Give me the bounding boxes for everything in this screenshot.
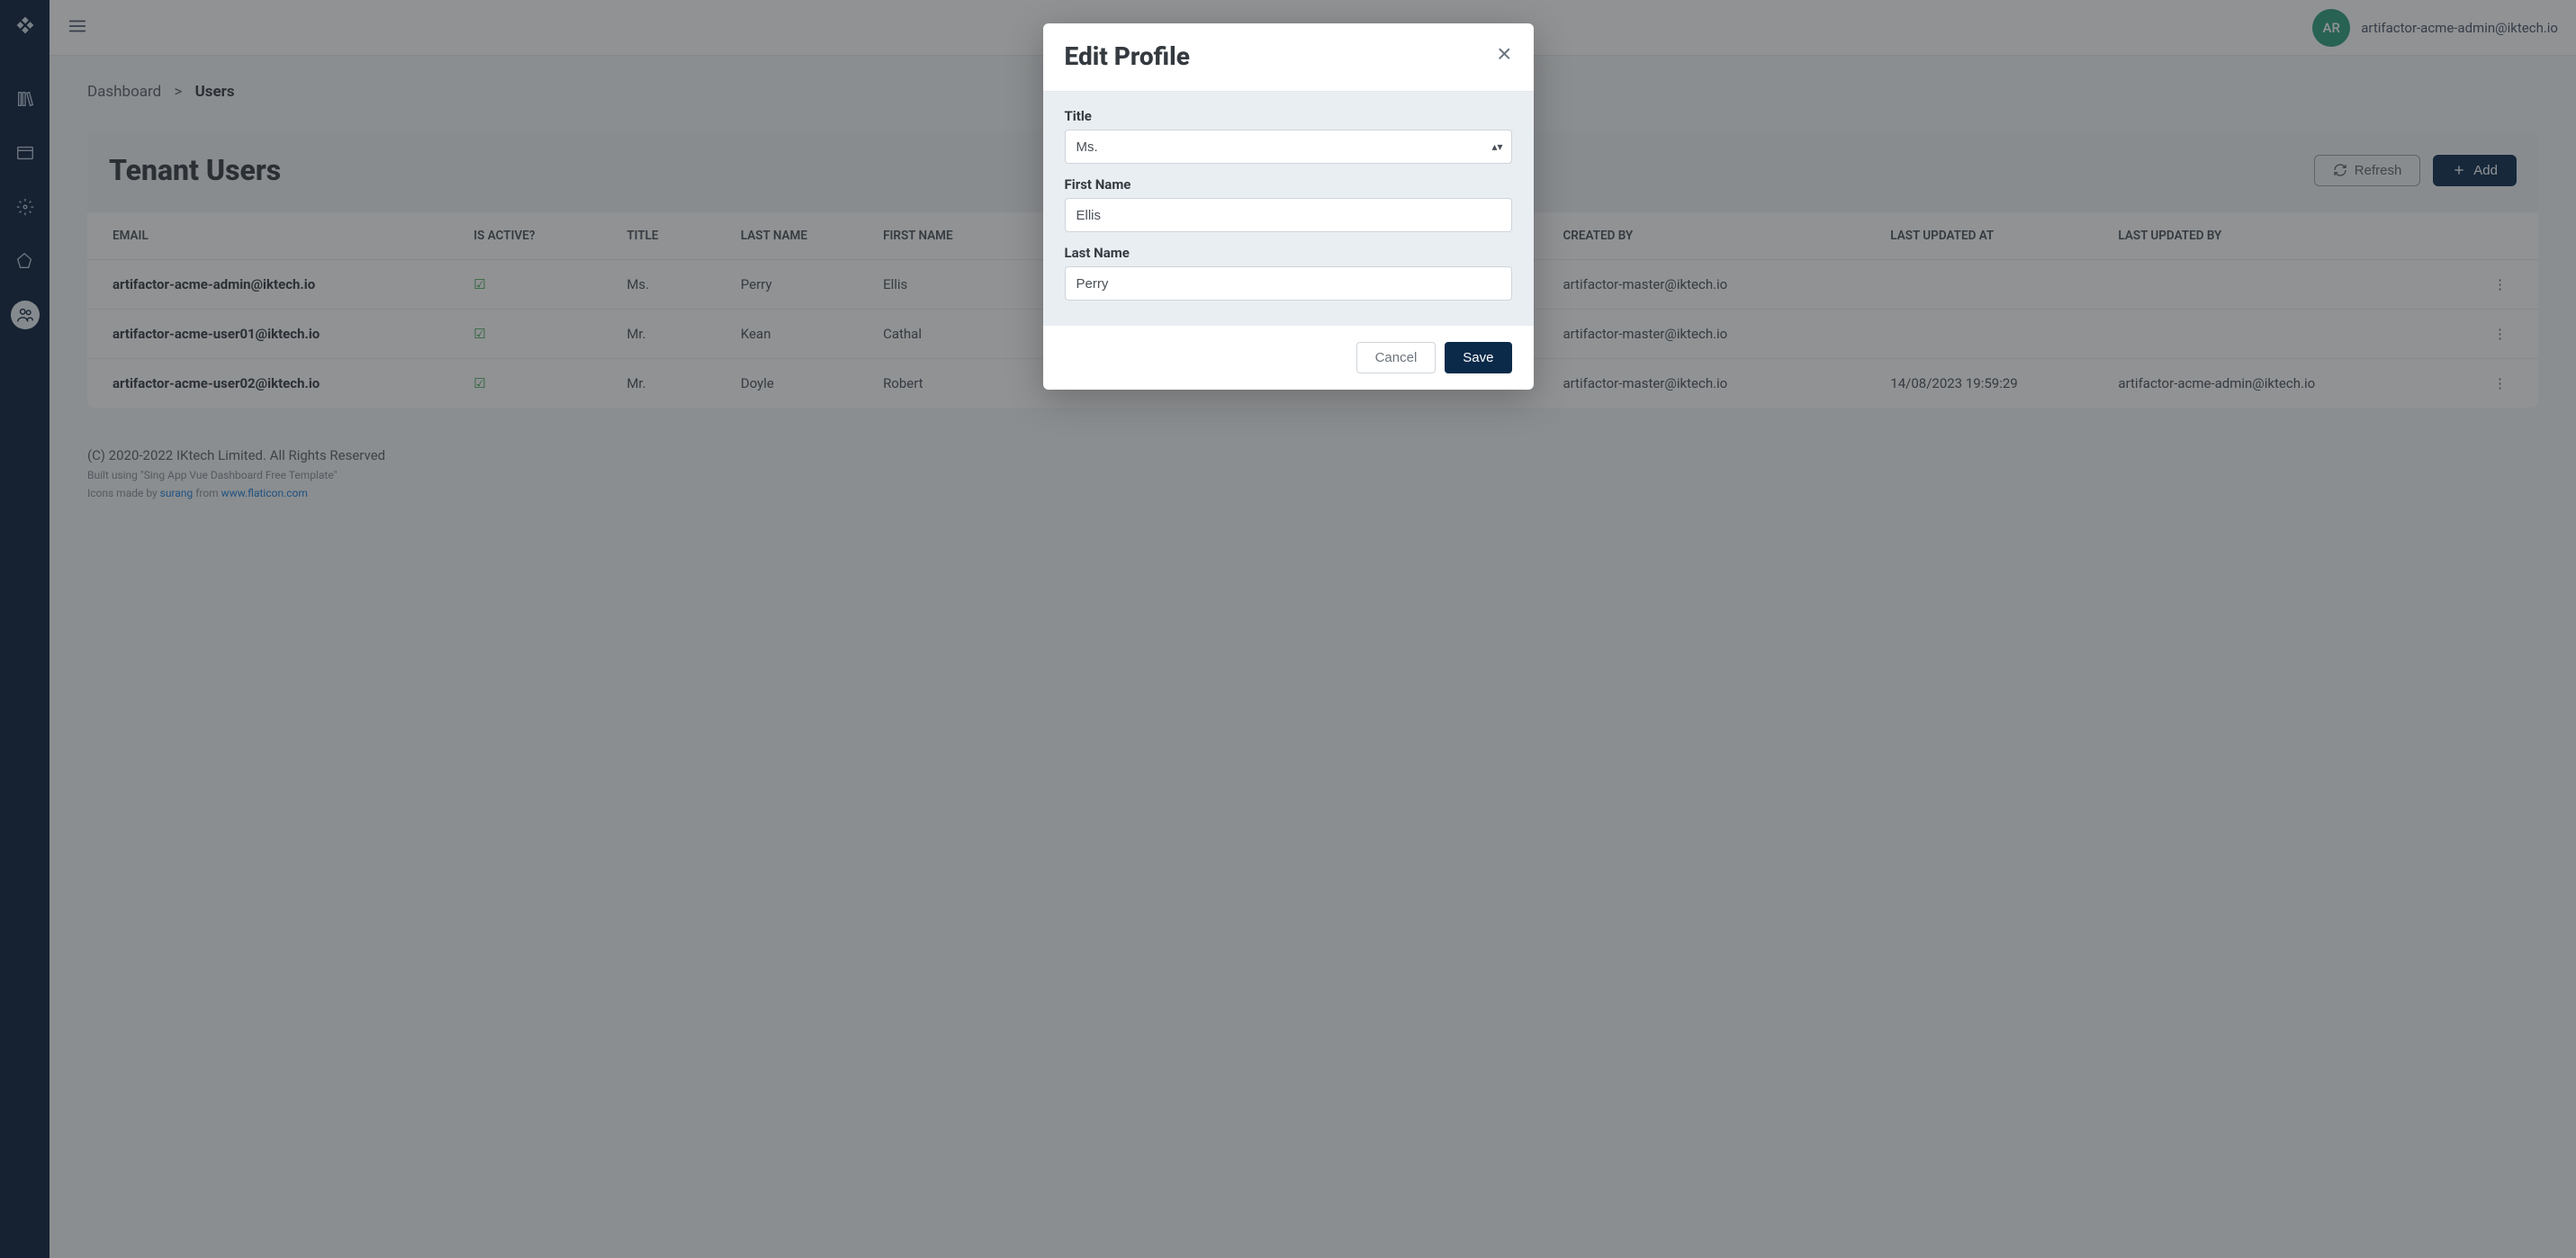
- last-name-field-label: Last Name: [1065, 245, 1512, 261]
- cancel-button[interactable]: Cancel: [1356, 342, 1437, 373]
- edit-profile-modal: Edit Profile × Title Ms. ▴▾ First Name L…: [1043, 23, 1534, 390]
- modal-overlay[interactable]: Edit Profile × Title Ms. ▴▾ First Name L…: [0, 0, 2576, 1258]
- title-select[interactable]: Ms.: [1065, 130, 1512, 164]
- save-button[interactable]: Save: [1445, 342, 1511, 373]
- title-field-label: Title: [1065, 108, 1512, 124]
- last-name-input[interactable]: [1065, 266, 1512, 301]
- modal-close-button[interactable]: ×: [1497, 41, 1511, 67]
- first-name-input[interactable]: [1065, 198, 1512, 232]
- first-name-field-label: First Name: [1065, 176, 1512, 193]
- modal-title: Edit Profile: [1065, 41, 1190, 71]
